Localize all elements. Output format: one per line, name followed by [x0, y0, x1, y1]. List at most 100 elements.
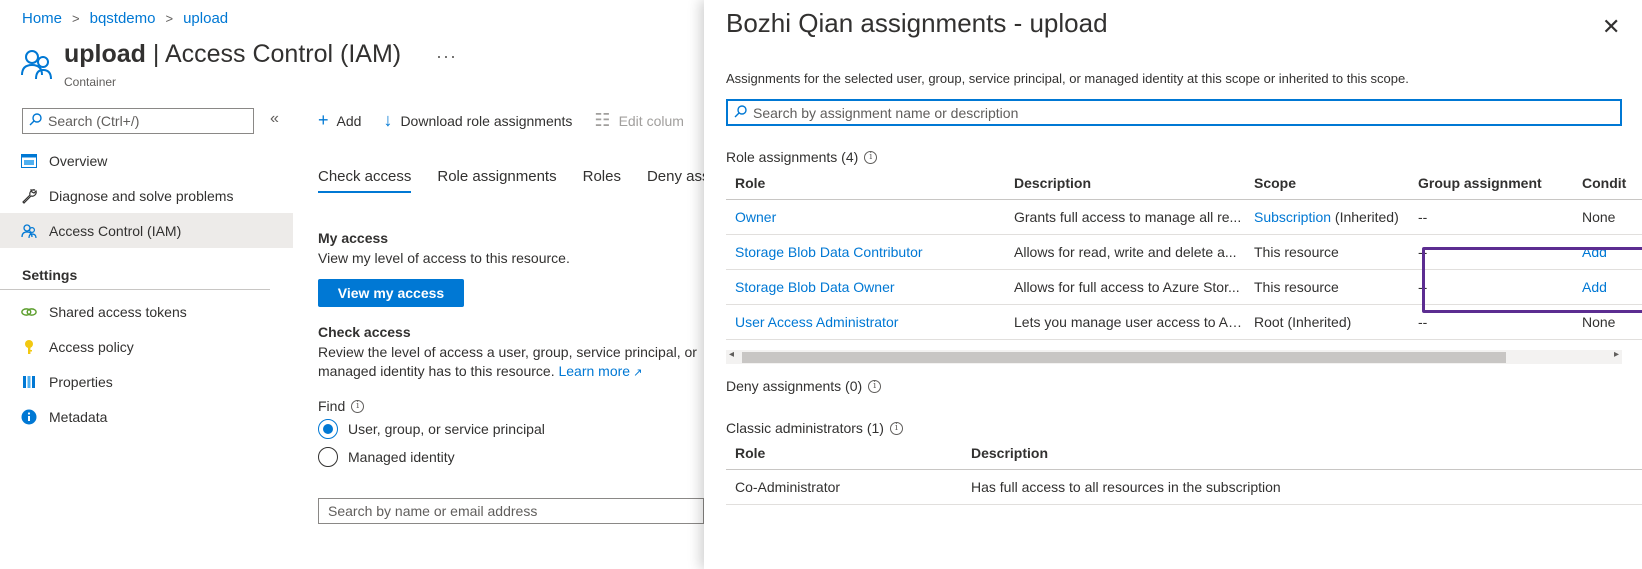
- settings-section-header: Settings: [0, 248, 270, 290]
- role-link[interactable]: Storage Blob Data Owner: [735, 279, 895, 295]
- sidebar-item-label: Diagnose and solve problems: [49, 187, 234, 204]
- info-icon[interactable]: i: [351, 399, 365, 413]
- iam-tabs: Check access Role assignments Roles Deny…: [318, 168, 710, 193]
- scroll-left-icon[interactable]: ◂: [729, 349, 734, 360]
- radio-label: Managed identity: [348, 449, 455, 465]
- sidebar-item-label: Access policy: [49, 338, 134, 355]
- columns-icon: ☷: [594, 110, 611, 130]
- check-access-text-line2: managed identity has to this resource. L…: [318, 363, 643, 379]
- classic-role: Co-Administrator: [735, 479, 841, 495]
- check-access-text: Review the level of access a user, group…: [318, 343, 697, 383]
- menu-search-input[interactable]: Search (Ctrl+/): [22, 108, 254, 134]
- my-access-text: View my level of access to this resource…: [318, 250, 570, 266]
- scope-link[interactable]: Subscription: [1254, 209, 1331, 225]
- horizontal-scrollbar[interactable]: ◂ ▸: [726, 349, 1622, 364]
- table-header-row: Role Description: [726, 436, 1642, 470]
- role-scope: This resource: [1254, 244, 1339, 260]
- edit-columns-button[interactable]: ☷ Edit colum: [594, 110, 684, 131]
- highlight-box: [1422, 247, 1642, 313]
- column-header-condition[interactable]: Condit: [1573, 175, 1642, 191]
- external-link-icon: ↗: [630, 367, 643, 379]
- menu-search-placeholder: Search (Ctrl+/): [48, 113, 140, 129]
- info-icon[interactable]: i: [868, 379, 882, 393]
- learn-more-link[interactable]: Learn more: [558, 363, 630, 379]
- radio-managed-identity[interactable]: Managed identity: [318, 447, 455, 467]
- add-button[interactable]: + Add: [318, 110, 361, 131]
- download-role-assignments-button[interactable]: ↓ Download role assignments: [383, 110, 572, 131]
- sidebar-item-label: Properties: [49, 373, 113, 390]
- key-icon: [21, 339, 37, 355]
- column-header-scope[interactable]: Scope: [1245, 175, 1409, 191]
- check-access-text-line1: Review the level of access a user, group…: [318, 344, 697, 360]
- sidebar-item-label: Metadata: [49, 408, 108, 425]
- classic-administrators-label: Classic administrators (1) i: [726, 420, 903, 436]
- sidebar-item-metadata[interactable]: Metadata: [0, 399, 293, 434]
- role-link[interactable]: User Access Administrator: [735, 314, 898, 330]
- radio-selected-indicator: [318, 419, 338, 439]
- edit-columns-label: Edit colum: [618, 112, 684, 129]
- role-scope: This resource: [1254, 279, 1339, 295]
- role-description: Lets you manage user access to Az...: [1014, 314, 1245, 330]
- role-link[interactable]: Owner: [735, 209, 776, 225]
- link-icon: [21, 304, 37, 320]
- assignment-search-input[interactable]: Search by assignment name or description: [726, 99, 1622, 126]
- role-scope: Root (Inherited): [1254, 314, 1352, 330]
- breadcrumb-home[interactable]: Home: [22, 10, 62, 27]
- column-header-role[interactable]: Role: [726, 175, 1005, 191]
- role-description: Grants full access to manage all re...: [1014, 209, 1242, 225]
- chevron-right-icon: >: [165, 11, 174, 26]
- table-row: Co-Administrator Has full access to all …: [726, 470, 1642, 505]
- download-icon: ↓: [383, 110, 393, 130]
- tab-roles[interactable]: Roles: [583, 168, 621, 193]
- page-title: upload | Access Control (IAM): [64, 40, 402, 68]
- column-header-group-assignment[interactable]: Group assignment: [1409, 175, 1573, 191]
- resource-menu: Overview Diagnose and solve problems Acc…: [0, 143, 293, 434]
- sidebar-item-properties[interactable]: Properties: [0, 364, 293, 399]
- people-icon: [20, 47, 54, 81]
- sidebar-item-diagnose[interactable]: Diagnose and solve problems: [0, 178, 293, 213]
- info-icon[interactable]: i: [864, 150, 878, 164]
- people-icon: [21, 223, 37, 239]
- sidebar-item-overview[interactable]: Overview: [0, 143, 293, 178]
- classic-description: Has full access to all resources in the …: [971, 479, 1281, 495]
- condition-value: None: [1582, 209, 1616, 225]
- column-header-description[interactable]: Description: [1005, 175, 1245, 191]
- scrollbar-thumb[interactable]: [742, 352, 1506, 363]
- tab-deny-assignments[interactable]: Deny ass: [647, 168, 710, 193]
- role-description: Allows for read, write and delete a...: [1014, 244, 1237, 260]
- sidebar-item-access-policy[interactable]: Access policy: [0, 329, 293, 364]
- radio-unselected-indicator: [318, 447, 338, 467]
- more-options-button[interactable]: ···: [436, 46, 457, 67]
- sidebar-item-access-control[interactable]: Access Control (IAM): [0, 213, 293, 248]
- tab-check-access[interactable]: Check access: [318, 168, 412, 193]
- chevron-right-icon: >: [72, 11, 80, 26]
- sidebar-item-label: Overview: [49, 152, 108, 169]
- collapse-menu-button[interactable]: «: [270, 110, 279, 128]
- condition-value: None: [1582, 314, 1616, 330]
- command-bar: + Add ↓ Download role assignments ☷ Edit…: [318, 110, 684, 131]
- column-header-role: Role: [735, 444, 766, 461]
- check-access-heading: Check access: [318, 324, 411, 340]
- info-icon[interactable]: i: [889, 421, 903, 435]
- panel-description: Assignments for the selected user, group…: [726, 71, 1409, 86]
- breadcrumb: Home > bqstdemo > upload: [22, 10, 228, 27]
- find-label: Find i: [318, 398, 365, 414]
- radio-user-group-sp[interactable]: User, group, or service principal: [318, 419, 545, 439]
- breadcrumb-upload[interactable]: upload: [183, 10, 228, 27]
- breadcrumb-bqstdemo[interactable]: bqstdemo: [90, 10, 156, 27]
- tab-role-assignments[interactable]: Role assignments: [437, 168, 556, 193]
- my-access-heading: My access: [318, 230, 389, 246]
- view-my-access-button[interactable]: View my access: [318, 279, 464, 307]
- assignment-search-placeholder: Search by assignment name or description: [753, 104, 1019, 121]
- classic-administrators-table: Role Description Co-Administrator Has fu…: [726, 436, 1642, 505]
- find-principal-input[interactable]: Search by name or email address: [318, 498, 704, 524]
- search-icon: [29, 113, 42, 129]
- role-assignments-label: Role assignments (4) i: [726, 149, 878, 165]
- search-icon: [734, 104, 747, 121]
- add-label: Add: [336, 112, 362, 129]
- role-description: Allows for full access to Azure Stor...: [1014, 279, 1240, 295]
- close-icon[interactable]: ✕: [1602, 14, 1620, 40]
- role-link[interactable]: Storage Blob Data Contributor: [735, 244, 923, 260]
- scroll-right-icon[interactable]: ▸: [1614, 349, 1619, 360]
- sidebar-item-shared-access-tokens[interactable]: Shared access tokens: [0, 294, 293, 329]
